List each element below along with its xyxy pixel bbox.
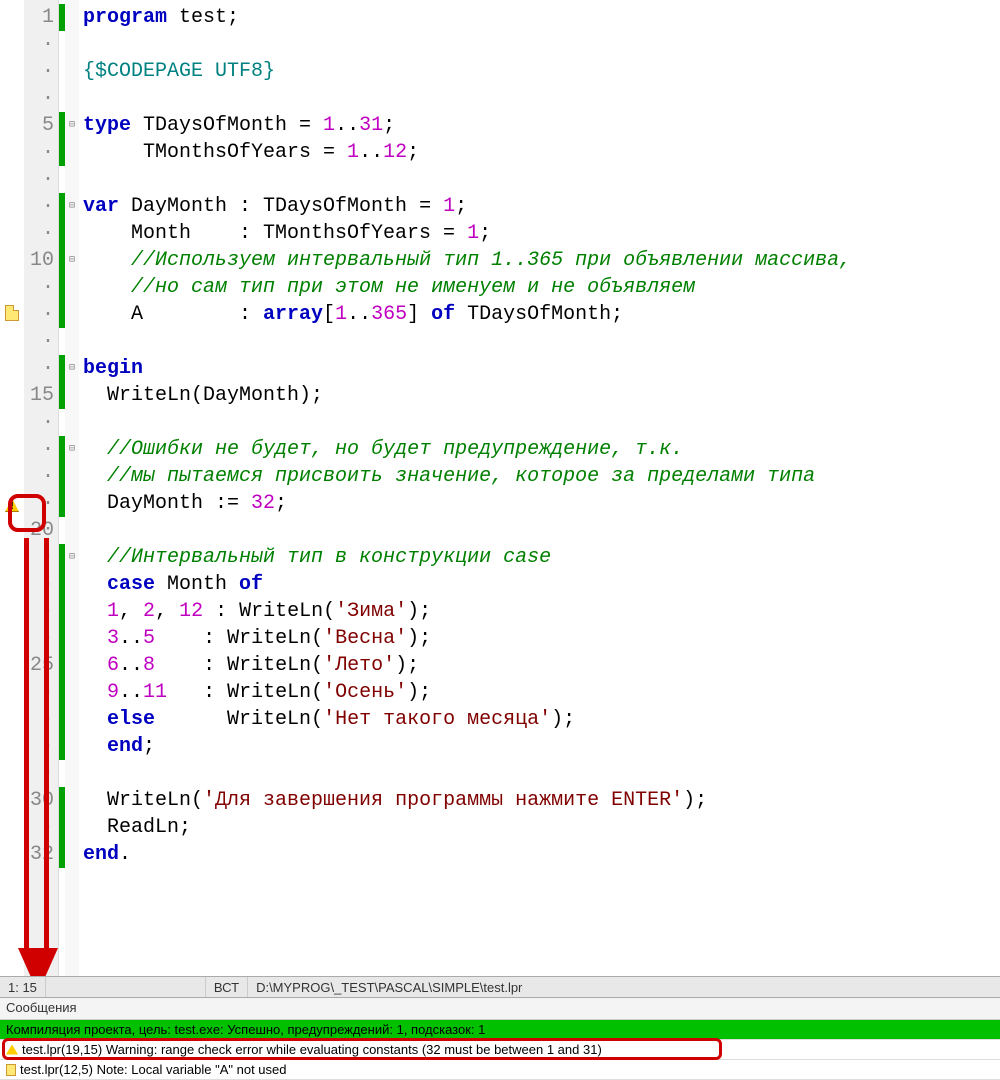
code-line[interactable]: //Ошибки не будет, но будет предупрежден… [83,436,1000,463]
note-icon [6,1064,16,1076]
code-line[interactable] [83,517,1000,544]
code-line[interactable] [83,166,1000,193]
code-line[interactable]: WriteLn('Для завершения программы нажмит… [83,787,1000,814]
code-line[interactable]: //Используем интервальный тип 1..365 при… [83,247,1000,274]
code-line[interactable] [83,85,1000,112]
code-line[interactable]: program test; [83,4,1000,31]
code-line[interactable]: 6..8 : WriteLn('Лето'); [83,652,1000,679]
code-line[interactable]: //мы пытаемся присвоить значение, которо… [83,463,1000,490]
code-line[interactable]: //Интервальный тип в конструкции case [83,544,1000,571]
code-line[interactable]: end; [83,733,1000,760]
code-line[interactable]: case Month of [83,571,1000,598]
code-line[interactable] [83,760,1000,787]
code-line[interactable] [83,328,1000,355]
line-numbers: 1···5····10····15····20····25····30·32 [24,0,59,976]
cursor-position: 1: 15 [0,977,46,997]
gutter-markers: ! [0,0,24,976]
status-bar: 1: 15 ВСТ D:\MYPROG\_TEST\PASCAL\SIMPLE\… [0,976,1000,998]
code-line[interactable]: begin [83,355,1000,382]
code-content[interactable]: program test; {$CODEPAGE UTF8} type TDay… [79,0,1000,976]
fold-gutter[interactable]: ⊟⊟⊟⊟⊟⊟ [65,0,79,976]
code-line[interactable] [83,31,1000,58]
code-line[interactable]: 9..11 : WriteLn('Осень'); [83,679,1000,706]
code-line[interactable]: 1, 2, 12 : WriteLn('Зима'); [83,598,1000,625]
code-line[interactable]: A : array[1..365] of TDaysOfMonth; [83,301,1000,328]
code-line[interactable]: var DayMonth : TDaysOfMonth = 1; [83,193,1000,220]
code-line[interactable]: ReadLn; [83,814,1000,841]
code-line[interactable]: DayMonth := 32; [83,490,1000,517]
code-line[interactable]: 3..5 : WriteLn('Весна'); [83,625,1000,652]
code-line[interactable]: end. [83,841,1000,868]
code-line[interactable]: Month : TMonthsOfYears = 1; [83,220,1000,247]
code-line[interactable]: else WriteLn('Нет такого месяца'); [83,706,1000,733]
warning-icon: ! [5,498,19,512]
code-editor[interactable]: ! 1···5····10····15····20····25····30·32… [0,0,1000,976]
code-line[interactable] [83,409,1000,436]
message-note[interactable]: test.lpr(12,5) Note: Local variable "A" … [0,1060,1000,1080]
message-warning[interactable]: test.lpr(19,15) Warning: range check err… [0,1040,1000,1060]
code-line[interactable]: type TDaysOfMonth = 1..31; [83,112,1000,139]
warning-icon [6,1045,18,1055]
code-line[interactable]: WriteLn(DayMonth); [83,382,1000,409]
insert-mode: ВСТ [206,977,248,997]
note-icon [5,305,19,321]
message-compile-status[interactable]: Компиляция проекта, цель: test.exe: Успе… [0,1020,1000,1040]
code-line[interactable]: //но сам тип при этом не именуем и не об… [83,274,1000,301]
code-line[interactable]: TMonthsOfYears = 1..12; [83,139,1000,166]
code-line[interactable]: {$CODEPAGE UTF8} [83,58,1000,85]
messages-panel-title[interactable]: Сообщения [0,998,1000,1020]
file-path: D:\MYPROG\_TEST\PASCAL\SIMPLE\test.lpr [248,977,1000,997]
